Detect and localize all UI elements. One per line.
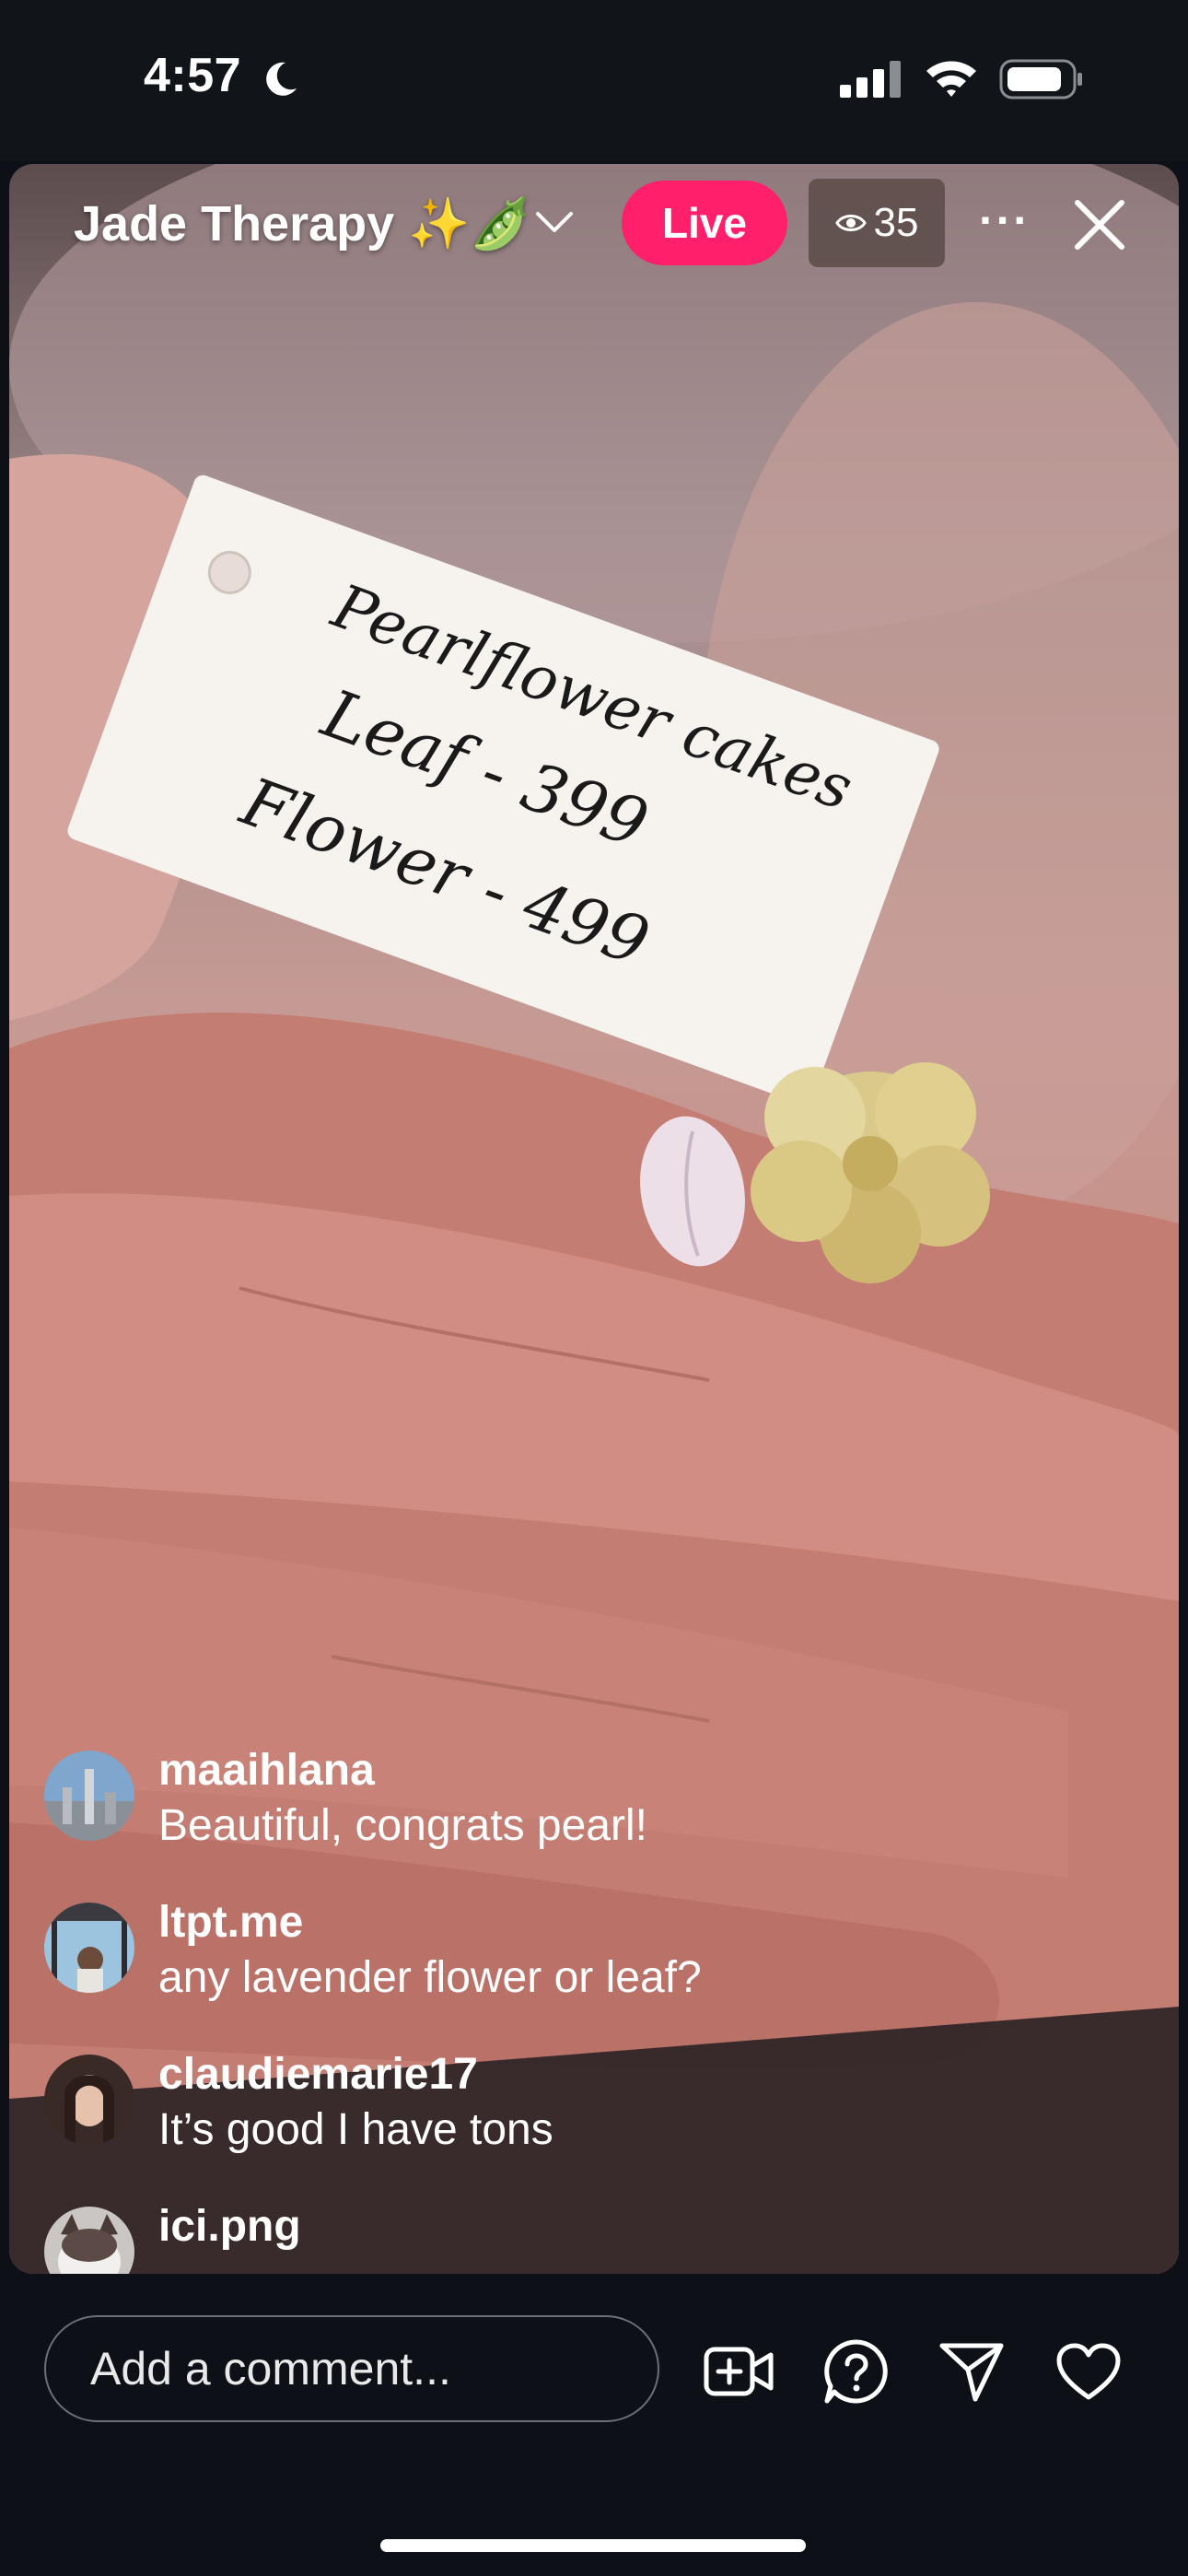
cellular-signal-icon	[840, 61, 901, 98]
live-badge: Live	[622, 181, 787, 265]
comment-item: ici.png	[44, 2197, 1057, 2274]
like-button[interactable]	[1052, 2335, 1125, 2408]
home-indicator[interactable]	[380, 2539, 806, 2552]
avatar[interactable]	[44, 2207, 134, 2274]
comments-feed[interactable]: maaihlana Beautiful, congrats pearl! ltp…	[0, 1732, 1188, 2274]
close-icon[interactable]	[1068, 193, 1131, 256]
comment-text: Beautiful, congrats pearl!	[158, 1801, 647, 1850]
comment-username[interactable]: ltpt.me	[158, 1897, 303, 1948]
avatar[interactable]	[44, 2055, 134, 2145]
comment-item: ltpt.me any lavender flower or leaf?	[44, 1893, 1057, 2041]
wifi-icon	[926, 61, 976, 97]
comment-username[interactable]: maaihlana	[158, 1745, 375, 1796]
chevron-down-icon[interactable]	[534, 208, 575, 238]
avatar[interactable]	[44, 1751, 134, 1841]
channel-title[interactable]: Jade Therapy ✨🫛	[74, 195, 532, 253]
more-options-button[interactable]: ···	[979, 193, 1031, 247]
comment-username[interactable]: ici.png	[158, 2201, 301, 2252]
viewer-count: 35	[873, 200, 919, 245]
comment-username[interactable]: claudiemarie17	[158, 2049, 478, 2100]
viewer-count-badge[interactable]: 35	[809, 179, 945, 267]
battery-icon	[999, 59, 1082, 100]
add-video-icon	[704, 2347, 774, 2396]
comment-text: It’s good I have tons	[158, 2105, 553, 2154]
question-button[interactable]	[820, 2335, 893, 2408]
comment-text: any lavender flower or leaf?	[158, 1953, 702, 2002]
status-bar: 4:57	[0, 0, 1188, 161]
comment-item: claudiemarie17 It’s good I have tons	[44, 2045, 1057, 2193]
share-icon	[939, 2343, 1004, 2402]
share-button[interactable]	[935, 2335, 1008, 2408]
eye-icon	[834, 215, 867, 231]
live-label: Live	[661, 199, 748, 247]
status-time: 4:57	[144, 49, 242, 102]
moon-icon	[266, 62, 297, 96]
heart-icon	[1056, 2343, 1121, 2400]
comment-item: maaihlana Beautiful, congrats pearl!	[44, 1741, 1057, 1889]
question-icon	[824, 2339, 888, 2404]
avatar[interactable]	[44, 1903, 134, 1993]
comment-input[interactable]	[44, 2315, 659, 2422]
add-video-button[interactable]	[703, 2335, 776, 2408]
